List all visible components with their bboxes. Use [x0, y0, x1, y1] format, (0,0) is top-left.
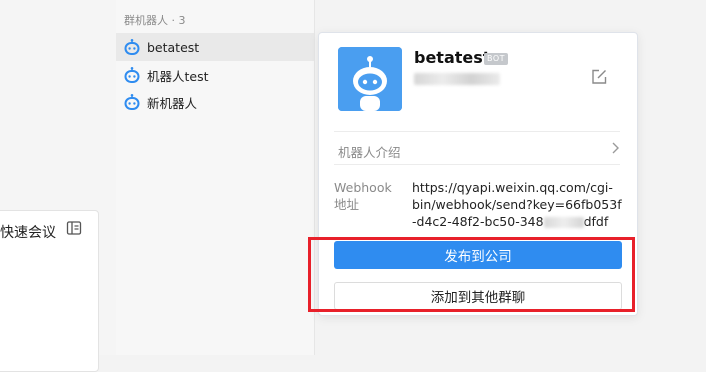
chevron-right-icon[interactable] — [610, 141, 622, 155]
bot-list-item-test[interactable]: 机器人test — [116, 61, 314, 89]
robot-icon — [124, 94, 140, 110]
redacted-key — [543, 217, 584, 228]
bot-name: 机器人test — [147, 68, 209, 84]
robot-icon — [124, 67, 140, 83]
bot-list-item-betatest[interactable]: betatest — [116, 33, 314, 61]
divider — [334, 131, 620, 132]
webhook-url-line: -d4c2-48f2-bc50-348 dfdf — [412, 213, 626, 230]
group-bots-header: 群机器人 · 3 — [124, 14, 186, 27]
webhook-label-line: 地址 — [334, 197, 360, 212]
bot-badge: BOT — [484, 53, 509, 65]
robot-avatar-icon — [338, 47, 402, 111]
webhook-label-line: Webhook — [334, 180, 392, 195]
bot-name: betatest — [147, 39, 200, 55]
sidebar-panel-icon[interactable] — [66, 220, 82, 236]
bot-name-title: betatest — [414, 48, 491, 67]
bot-list-item-new[interactable]: 新机器人 — [116, 88, 314, 116]
webhook-url-line-end: dfdf — [583, 214, 609, 229]
webhook-url-line: https://qyapi.weixin.qq.com/cgi- — [412, 180, 613, 195]
webhook-url-line: bin/webhook/send?key=66fb053f — [412, 197, 622, 212]
webhook-label: Webhook 地址 — [334, 179, 392, 213]
bot-avatar — [338, 47, 402, 111]
highlight-box — [308, 237, 635, 312]
quick-meeting-label[interactable]: 快速会议 — [0, 222, 56, 242]
webhook-url[interactable]: https://qyapi.weixin.qq.com/cgi- bin/web… — [412, 179, 626, 230]
robot-icon — [124, 39, 140, 55]
bot-intro-row[interactable]: 机器人介绍 — [338, 142, 401, 161]
webhook-url-line-start: -d4c2-48f2-bc50-348 — [412, 214, 544, 229]
divider — [334, 164, 620, 165]
bot-name: 新机器人 — [147, 95, 198, 111]
edit-icon[interactable] — [590, 68, 608, 86]
redacted-subtitle — [414, 73, 500, 85]
